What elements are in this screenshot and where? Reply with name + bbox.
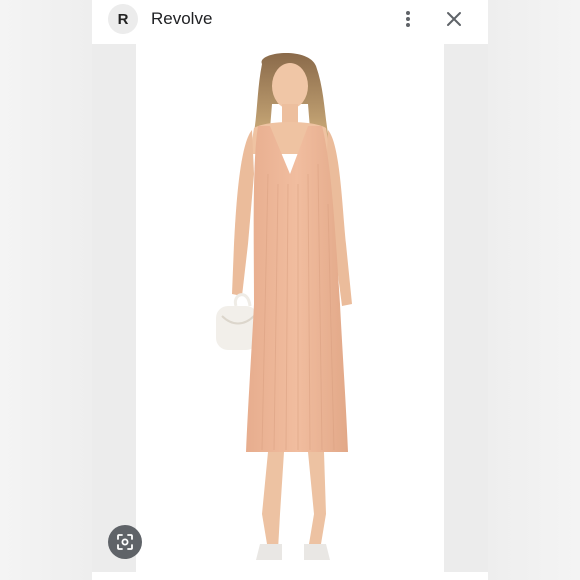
close-button[interactable] [443,8,465,30]
site-title[interactable]: Revolve [151,9,212,29]
left-background [0,0,92,580]
image-viewer-panel: R Revolve [92,0,488,580]
lens-search-icon [117,534,133,550]
right-background [488,0,580,580]
lens-search-button[interactable] [108,525,142,559]
more-options-button[interactable] [398,8,418,30]
model-dress-illustration [216,52,352,560]
site-logo: R [108,4,138,34]
viewer-header: R Revolve [92,0,488,44]
image-area [92,44,488,572]
more-vert-icon [406,11,410,27]
close-icon [447,12,461,26]
product-photo[interactable] [136,44,444,572]
site-logo-letter: R [117,10,129,28]
